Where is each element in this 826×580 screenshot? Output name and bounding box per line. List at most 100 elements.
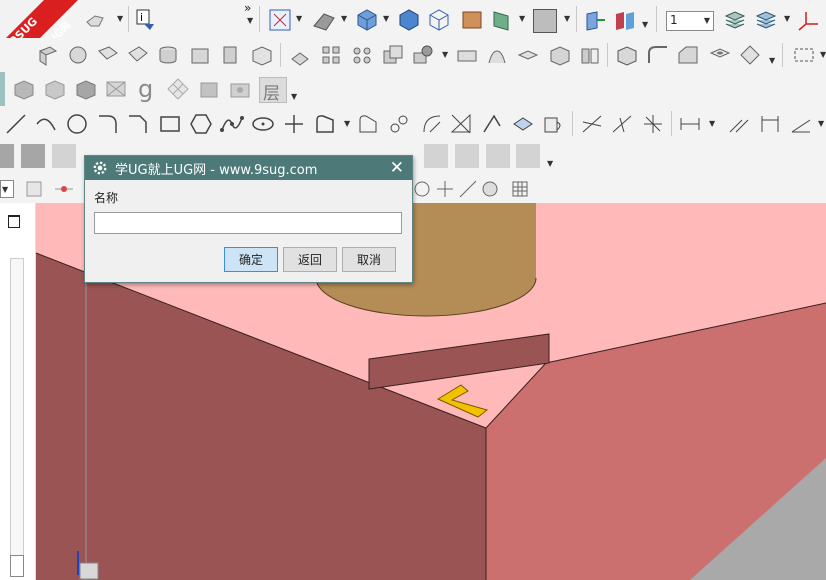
resource-bar-scrollbar[interactable] <box>10 258 24 560</box>
draft-icon[interactable] <box>516 43 540 67</box>
shaded-edges-cube-icon[interactable] <box>397 8 421 32</box>
display-swatch[interactable] <box>516 144 540 168</box>
grid-surface-icon[interactable] <box>126 43 150 67</box>
back-button[interactable]: 返回 <box>283 247 337 272</box>
wireframe-cube-icon[interactable] <box>427 8 451 32</box>
auto-constrain-icon[interactable] <box>610 112 634 136</box>
background-color-button[interactable] <box>533 9 557 33</box>
dropdown-caret[interactable]: ▼ <box>519 14 525 23</box>
diamond-icon[interactable] <box>738 43 762 67</box>
thicken-icon[interactable] <box>548 43 572 67</box>
dropdown-caret[interactable]: ▼ <box>642 20 648 29</box>
toolbar-overflow-chevron[interactable]: » <box>244 1 251 15</box>
move-to-layer-icon[interactable] <box>754 8 778 32</box>
arc-icon[interactable] <box>34 112 58 136</box>
combine-icon[interactable] <box>381 43 405 67</box>
layer-glyph-button[interactable]: 层 <box>259 77 287 104</box>
cylinder-icon[interactable] <box>156 43 180 67</box>
fit-view-icon[interactable] <box>268 8 292 32</box>
shaded-cube-icon[interactable] <box>355 8 379 32</box>
chamfer-icon[interactable] <box>676 43 700 67</box>
display-swatch[interactable] <box>424 144 448 168</box>
rapid-dimension-icon[interactable] <box>678 112 702 136</box>
dropdown-caret[interactable]: ▼ <box>709 119 715 128</box>
line-icon[interactable] <box>4 112 28 136</box>
studio-box-icon[interactable] <box>43 77 67 101</box>
move-component-icon[interactable] <box>583 8 607 32</box>
block-icon[interactable] <box>188 43 212 67</box>
display-swatch[interactable] <box>52 144 76 168</box>
dropdown-caret[interactable]: ▼ <box>247 16 253 25</box>
snap-line-icon[interactable] <box>456 177 480 201</box>
pattern-curve-icon[interactable] <box>387 112 411 136</box>
split-body-icon[interactable] <box>455 43 479 67</box>
show-constraints-icon[interactable] <box>641 112 665 136</box>
ellipse-icon[interactable] <box>251 112 275 136</box>
circle-icon[interactable] <box>65 112 89 136</box>
chamfer-curve-icon[interactable] <box>126 112 150 136</box>
mirror-body-icon[interactable] <box>578 43 602 67</box>
spline-icon[interactable] <box>220 112 244 136</box>
dropdown-caret[interactable]: ▼ <box>383 14 389 23</box>
dropdown-caret[interactable]: ▼ <box>769 56 775 65</box>
extrude-icon[interactable] <box>36 43 60 67</box>
dropdown-caret[interactable]: ▼ <box>341 14 347 23</box>
dropdown-caret[interactable]: ▼ <box>296 14 302 23</box>
envelope-icon[interactable] <box>104 77 128 101</box>
sweep-icon[interactable] <box>485 43 509 67</box>
hollow-block-icon[interactable] <box>250 43 274 67</box>
dropdown-caret[interactable]: ▼ <box>547 159 553 168</box>
selection-filter-dropdown[interactable]: ▼ <box>0 180 14 198</box>
profile-icon[interactable] <box>313 112 337 136</box>
dropdown-caret[interactable]: ▼ <box>784 14 790 23</box>
trim-body-icon[interactable] <box>411 43 435 67</box>
make-corner-icon[interactable] <box>511 112 535 136</box>
dropdown-caret[interactable]: ▼ <box>818 119 824 128</box>
snap-circle-icon[interactable] <box>410 177 434 201</box>
snap-cross-icon[interactable] <box>433 177 457 201</box>
wcs-icon[interactable] <box>796 8 820 32</box>
geometric-constraint-icon[interactable] <box>580 112 604 136</box>
layer-settings-icon[interactable] <box>723 8 747 32</box>
assembly-constraint-icon[interactable] <box>613 8 637 32</box>
display-swatch[interactable] <box>21 144 45 168</box>
pattern-icon[interactable] <box>320 43 344 67</box>
pattern-feature-icon[interactable] <box>350 43 374 67</box>
edge-blend-icon[interactable] <box>646 43 670 67</box>
dropdown-caret[interactable]: ▼ <box>564 14 570 23</box>
ok-button[interactable]: 确定 <box>224 247 278 272</box>
font-g-glyph[interactable]: g <box>138 75 153 103</box>
point-icon[interactable] <box>282 112 306 136</box>
solid-box-icon[interactable] <box>615 43 639 67</box>
revolve-icon[interactable] <box>66 43 90 67</box>
camera-icon[interactable] <box>228 77 252 101</box>
dropdown-caret[interactable]: ▼ <box>344 119 350 128</box>
rectangle-icon[interactable] <box>158 112 182 136</box>
dropdown-caret[interactable]: ▼ <box>291 92 297 101</box>
face-analysis-icon[interactable] <box>490 8 514 32</box>
info-icon[interactable]: i <box>134 8 158 32</box>
grid-icon[interactable] <box>508 177 532 201</box>
dropdown-caret[interactable]: ▼ <box>117 14 123 23</box>
project-curve-icon[interactable] <box>541 112 565 136</box>
display-swatch[interactable] <box>486 144 510 168</box>
name-field[interactable] <box>94 212 402 234</box>
close-icon[interactable]: ✕ <box>390 158 404 178</box>
mesh-icon[interactable] <box>96 43 120 67</box>
texture-icon[interactable] <box>460 8 484 32</box>
parallel-constraint-icon[interactable] <box>727 112 751 136</box>
sketch-plane-icon[interactable] <box>792 43 816 67</box>
dialog-title-bar[interactable]: 学UG就上UG网 - www.9sug.com ✕ <box>85 156 412 180</box>
offset-curve-icon[interactable] <box>356 112 380 136</box>
cancel-button[interactable]: 取消 <box>342 247 396 272</box>
hand-pointer-icon[interactable] <box>83 8 107 32</box>
extend-curve-icon[interactable] <box>480 112 504 136</box>
trim-curve-icon[interactable] <box>449 112 473 136</box>
perpendicular-dim-icon[interactable] <box>758 112 782 136</box>
snap-point-icon[interactable] <box>52 177 76 201</box>
shell-icon[interactable] <box>218 43 242 67</box>
dropdown-caret[interactable]: ▼ <box>442 50 448 59</box>
mirror-curve-icon[interactable] <box>420 112 444 136</box>
true-shading-icon[interactable] <box>74 77 98 101</box>
offset-face-icon[interactable] <box>288 43 312 67</box>
